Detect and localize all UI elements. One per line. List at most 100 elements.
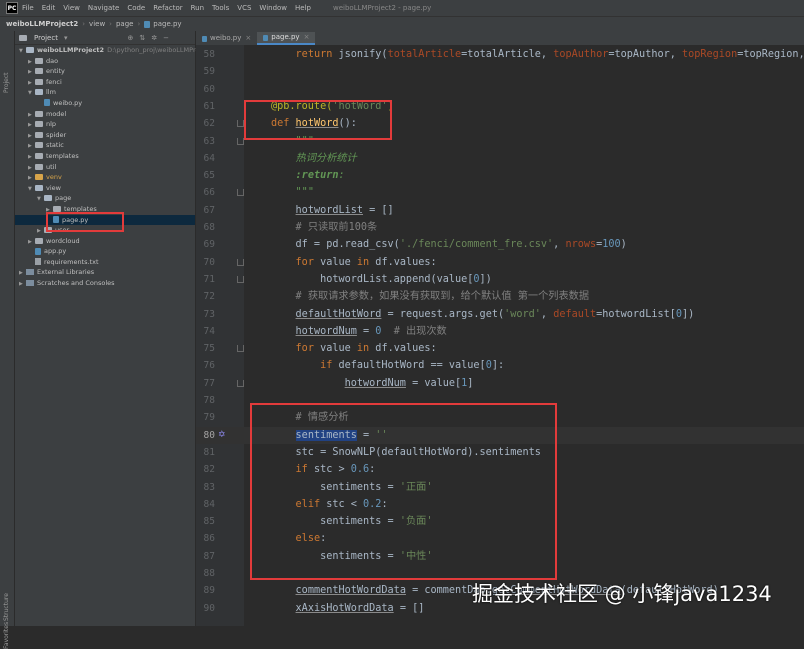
line-number: 71 bbox=[203, 273, 215, 285]
tree-item[interactable]: ▶ Scratches and Consoles bbox=[15, 278, 195, 289]
code-line[interactable]: 65 :return: bbox=[196, 167, 804, 184]
tree-item[interactable]: weibo.py bbox=[15, 98, 195, 109]
line-number: 75 bbox=[203, 343, 215, 355]
close-icon[interactable]: × bbox=[304, 31, 310, 44]
window-title: weiboLLMProject2 - page.py bbox=[333, 4, 432, 12]
tree-item[interactable]: ▼ view bbox=[15, 183, 195, 194]
line-number: 88 bbox=[203, 568, 215, 579]
tree-item[interactable]: ▶ static bbox=[15, 140, 195, 151]
tree-item[interactable]: ▶ fenci bbox=[15, 77, 195, 88]
menu-item-edit[interactable]: Edit bbox=[42, 4, 56, 12]
tree-item[interactable]: ▶ wordcloud bbox=[15, 236, 195, 247]
structure-tool-tab[interactable]: Structure bbox=[3, 593, 10, 621]
fold-marker-icon[interactable] bbox=[237, 345, 244, 353]
menu-item-tools[interactable]: Tools bbox=[212, 4, 229, 12]
breadcrumb-project[interactable]: weiboLLMProject2 bbox=[6, 20, 78, 28]
fold-marker-icon[interactable] bbox=[237, 379, 244, 387]
code-line[interactable]: 70 for value in df.values: bbox=[196, 254, 804, 271]
code-line[interactable]: 64 热词分析统计 bbox=[196, 150, 804, 167]
folder-icon bbox=[35, 68, 43, 75]
menu-item-view[interactable]: View bbox=[63, 4, 80, 12]
collapse-icon[interactable]: ⇅ bbox=[139, 34, 145, 42]
close-icon[interactable]: × bbox=[245, 32, 251, 45]
python-file-icon bbox=[35, 247, 41, 255]
menu-item-file[interactable]: File bbox=[22, 4, 34, 12]
folder-icon bbox=[53, 205, 61, 212]
fold-marker-icon[interactable] bbox=[237, 258, 244, 266]
code-line[interactable]: 69 df = pd.read_csv('./fenci/comment_fre… bbox=[196, 236, 804, 253]
breadcrumb-page[interactable]: page bbox=[116, 20, 133, 28]
python-file-icon bbox=[44, 99, 50, 107]
code-line[interactable]: 74 hotwordNum = 0 # 出现次数 bbox=[196, 323, 804, 340]
tree-item[interactable]: ▼ weiboLLMProject2 D:\python_proj\weiboLLM… bbox=[15, 45, 205, 56]
code-line[interactable]: 75 for value in df.values: bbox=[196, 340, 804, 357]
annotation-box-file bbox=[46, 212, 124, 232]
code-text: hotwordNum = 0 # 出现次数 bbox=[295, 325, 447, 337]
code-text: defaultHotWord = request.args.get('word'… bbox=[295, 308, 695, 320]
tree-item[interactable]: ▶ templates bbox=[15, 151, 195, 162]
breadcrumb-file[interactable]: page.py bbox=[144, 20, 182, 28]
menu-item-navigate[interactable]: Navigate bbox=[88, 4, 119, 12]
code-line[interactable]: 68 # 只读取前100条 bbox=[196, 219, 804, 236]
breadcrumb-separator: › bbox=[109, 20, 112, 28]
menu-item-refactor[interactable]: Refactor bbox=[153, 4, 182, 12]
minimize-icon[interactable]: − bbox=[163, 34, 169, 42]
tree-item[interactable]: ▶ entity bbox=[15, 66, 195, 77]
code-line[interactable]: 71 hotwordList.append(value[0]) bbox=[196, 271, 804, 288]
tab-page-py[interactable]: page.py × bbox=[257, 31, 316, 45]
menu-item-vcs[interactable]: VCS bbox=[237, 4, 251, 12]
code-line[interactable]: 72 # 获取请求参数，如果没有获取到，给个默认值 第一个列表数据 bbox=[196, 288, 804, 305]
menu-item-code[interactable]: Code bbox=[127, 4, 145, 12]
project-panel-title[interactable]: Project bbox=[34, 34, 58, 42]
menu-item-help[interactable]: Help bbox=[295, 4, 311, 12]
line-number: 62 bbox=[203, 118, 215, 130]
code-line[interactable]: 67 hotwordList = [] bbox=[196, 202, 804, 219]
fold-marker-icon[interactable] bbox=[237, 137, 244, 145]
project-tool-tab[interactable]: Project bbox=[3, 72, 10, 93]
tree-item[interactable]: ▼ llm bbox=[15, 87, 195, 98]
folder-icon bbox=[35, 121, 43, 128]
code-line[interactable]: 77 hotwordNum = value[1] bbox=[196, 375, 804, 392]
fold-marker-icon[interactable] bbox=[237, 275, 244, 283]
code-line[interactable]: 58 return jsonify(totalArticle=totalArti… bbox=[196, 46, 804, 63]
line-number: 64 bbox=[203, 152, 215, 164]
chevron-right-icon[interactable]: ▶ bbox=[19, 279, 26, 290]
tree-item[interactable]: ▶ nlp bbox=[15, 119, 195, 130]
tree-item-label: fenci bbox=[46, 77, 62, 86]
line-number: 66 bbox=[203, 187, 215, 199]
tab-weibo-py[interactable]: weibo.py × bbox=[196, 32, 257, 45]
code-line[interactable]: 76 if defaultHotWord == value[0]: bbox=[196, 357, 804, 374]
code-text: return jsonify(totalArticle=totalArticle… bbox=[295, 49, 804, 60]
code-text: """ bbox=[295, 187, 314, 199]
code-line[interactable]: 59 bbox=[196, 63, 804, 80]
text-file-icon bbox=[35, 258, 41, 266]
folder-icon bbox=[35, 237, 43, 244]
fold-marker-icon[interactable] bbox=[237, 189, 244, 197]
line-number: 61 bbox=[203, 100, 215, 112]
tree-item[interactable]: app.py bbox=[15, 246, 195, 257]
tree-item[interactable]: ▶ dao bbox=[15, 56, 195, 67]
bookmark-icon[interactable]: ✡ bbox=[218, 427, 226, 444]
menu-item-run[interactable]: Run bbox=[191, 4, 204, 12]
gear-icon[interactable]: ✲ bbox=[151, 34, 157, 42]
tree-item[interactable]: ▶ model bbox=[15, 109, 195, 120]
tree-item[interactable]: ▶ venv bbox=[15, 172, 195, 183]
chevron-down-icon[interactable]: ▾ bbox=[64, 34, 68, 42]
code-line[interactable]: 73 defaultHotWord = request.args.get('wo… bbox=[196, 306, 804, 323]
code-line[interactable]: 60 bbox=[196, 81, 804, 98]
code-line[interactable]: 66 """ bbox=[196, 184, 804, 201]
fold-marker-icon[interactable] bbox=[237, 120, 244, 128]
tree-item[interactable]: ▼ page bbox=[15, 193, 195, 204]
breadcrumb-view[interactable]: view bbox=[89, 20, 105, 28]
target-icon[interactable]: ⊕ bbox=[127, 34, 133, 42]
folder-icon bbox=[44, 195, 52, 202]
line-number: 69 bbox=[203, 239, 215, 251]
tree-item[interactable]: ▶ spider bbox=[15, 130, 195, 141]
tree-item[interactable]: ▶ External Libraries bbox=[15, 267, 195, 278]
python-file-icon bbox=[263, 34, 269, 41]
tree-item-label: view bbox=[46, 183, 61, 192]
tree-item[interactable]: requirements.txt bbox=[15, 257, 195, 268]
tree-item-label: weiboLLMProject2 bbox=[37, 46, 105, 54]
tree-item[interactable]: ▶ util bbox=[15, 162, 195, 173]
menu-item-window[interactable]: Window bbox=[259, 4, 287, 12]
